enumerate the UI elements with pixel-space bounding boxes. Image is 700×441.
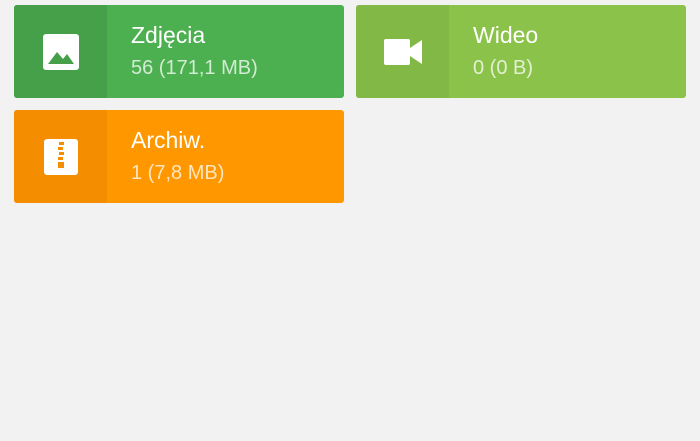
category-tile-photos[interactable]: Zdjęcia 56 (171,1 MB): [14, 5, 344, 98]
video-camera-icon: [383, 38, 422, 65]
archive-zip-icon: [43, 138, 78, 175]
tile-subtitle: 1 (7,8 MB): [131, 161, 225, 184]
tile-text: Zdjęcia 56 (171,1 MB): [107, 5, 344, 98]
tile-icon-area: [14, 5, 107, 98]
tile-text: Wideo 0 (0 B): [449, 5, 686, 98]
tile-icon-area: [356, 5, 449, 98]
tile-title: Wideo: [473, 21, 539, 48]
image-icon: [42, 33, 79, 70]
tile-title: Zdjęcia: [131, 21, 206, 48]
category-tile-archive[interactable]: Archiw. 1 (7,8 MB): [14, 110, 344, 203]
tile-icon-area: [14, 110, 107, 203]
tile-subtitle: 56 (171,1 MB): [131, 56, 258, 79]
tile-title: Archiw.: [131, 126, 206, 153]
category-tile-video[interactable]: Wideo 0 (0 B): [356, 5, 686, 98]
tile-subtitle: 0 (0 B): [473, 56, 534, 79]
tile-text: Archiw. 1 (7,8 MB): [107, 110, 344, 203]
